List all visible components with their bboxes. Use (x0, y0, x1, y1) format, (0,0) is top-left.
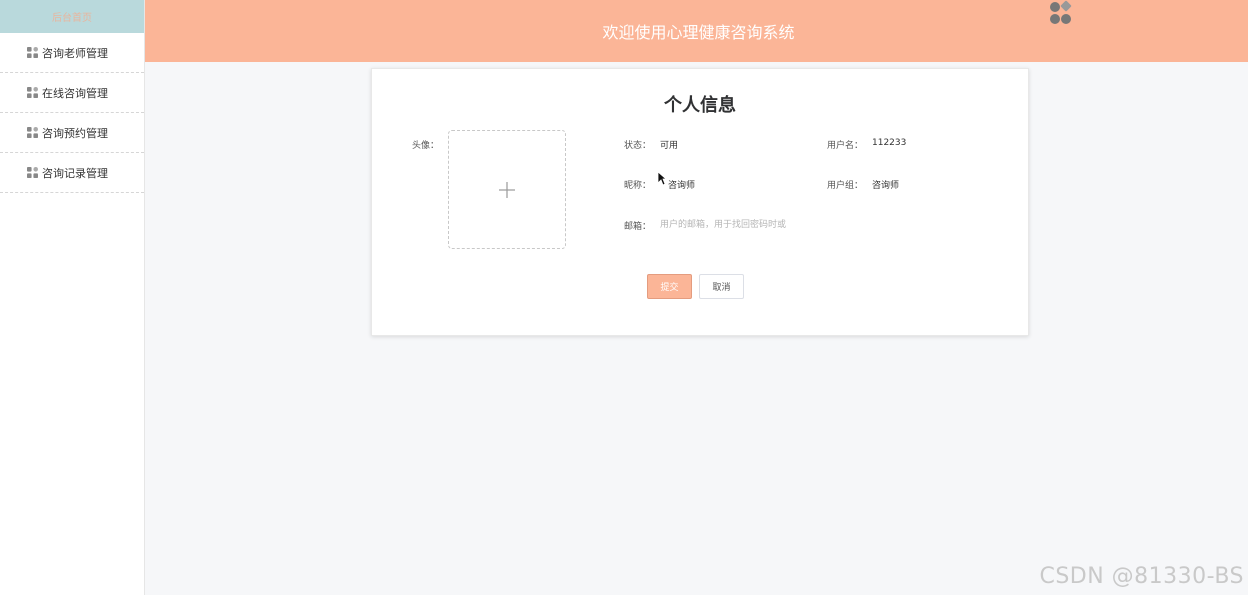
email-input[interactable] (660, 217, 820, 233)
app-title: 欢迎使用心理健康咨询系统 (602, 23, 795, 42)
avatar-label: 头像： (412, 141, 440, 151)
profile-card: 个人信息 头像： 状态： 可用 用户名： 112233 昵称： 咨询师 用户组：… (371, 68, 1029, 336)
sidebar-item-label: 咨询记录管理 (42, 166, 108, 180)
usergroup-value: 咨询师 (872, 181, 900, 191)
grid-icon (27, 87, 38, 98)
sidebar-item-teacher-management[interactable]: 咨询老师管理 (0, 33, 144, 73)
username-value: 112233 (872, 138, 907, 148)
watermark: CSDN @81330-BS (1039, 564, 1244, 589)
grid-icon (27, 127, 38, 138)
usergroup-label: 用户组： (827, 181, 864, 191)
plus-icon (499, 181, 515, 198)
page-title: 个人信息 (664, 95, 736, 116)
nickname-value: 咨询师 (668, 181, 696, 191)
sidebar-home-label: 后台首页 (52, 13, 92, 24)
grid-icon (27, 167, 38, 178)
status-label: 状态： (624, 141, 652, 151)
sidebar-item-label: 咨询老师管理 (42, 46, 108, 60)
grid-icon (27, 47, 38, 58)
sidebar-item-online-consult[interactable]: 在线咨询管理 (0, 73, 144, 113)
avatar-upload[interactable] (448, 130, 566, 249)
sidebar-item-label: 在线咨询管理 (42, 86, 108, 100)
status-value: 可用 (660, 141, 679, 151)
submit-button[interactable]: 提交 (647, 274, 692, 299)
sidebar: 后台首页 咨询老师管理 在线咨询管理 咨询预约管理 咨询记录管理 (0, 0, 145, 595)
mouse-cursor-icon (657, 171, 667, 186)
sidebar-item-label: 咨询预约管理 (42, 126, 108, 140)
user-avatar-icon[interactable] (1049, 0, 1073, 26)
sidebar-item-records[interactable]: 咨询记录管理 (0, 153, 144, 193)
cancel-button[interactable]: 取消 (699, 274, 744, 299)
sidebar-item-appointment[interactable]: 咨询预约管理 (0, 113, 144, 153)
top-header: 欢迎使用心理健康咨询系统 (145, 0, 1248, 62)
email-label: 邮箱： (624, 222, 652, 232)
sidebar-home-link[interactable]: 后台首页 (0, 0, 144, 33)
nickname-label: 昵称： (624, 181, 652, 191)
username-label: 用户名： (827, 141, 864, 151)
